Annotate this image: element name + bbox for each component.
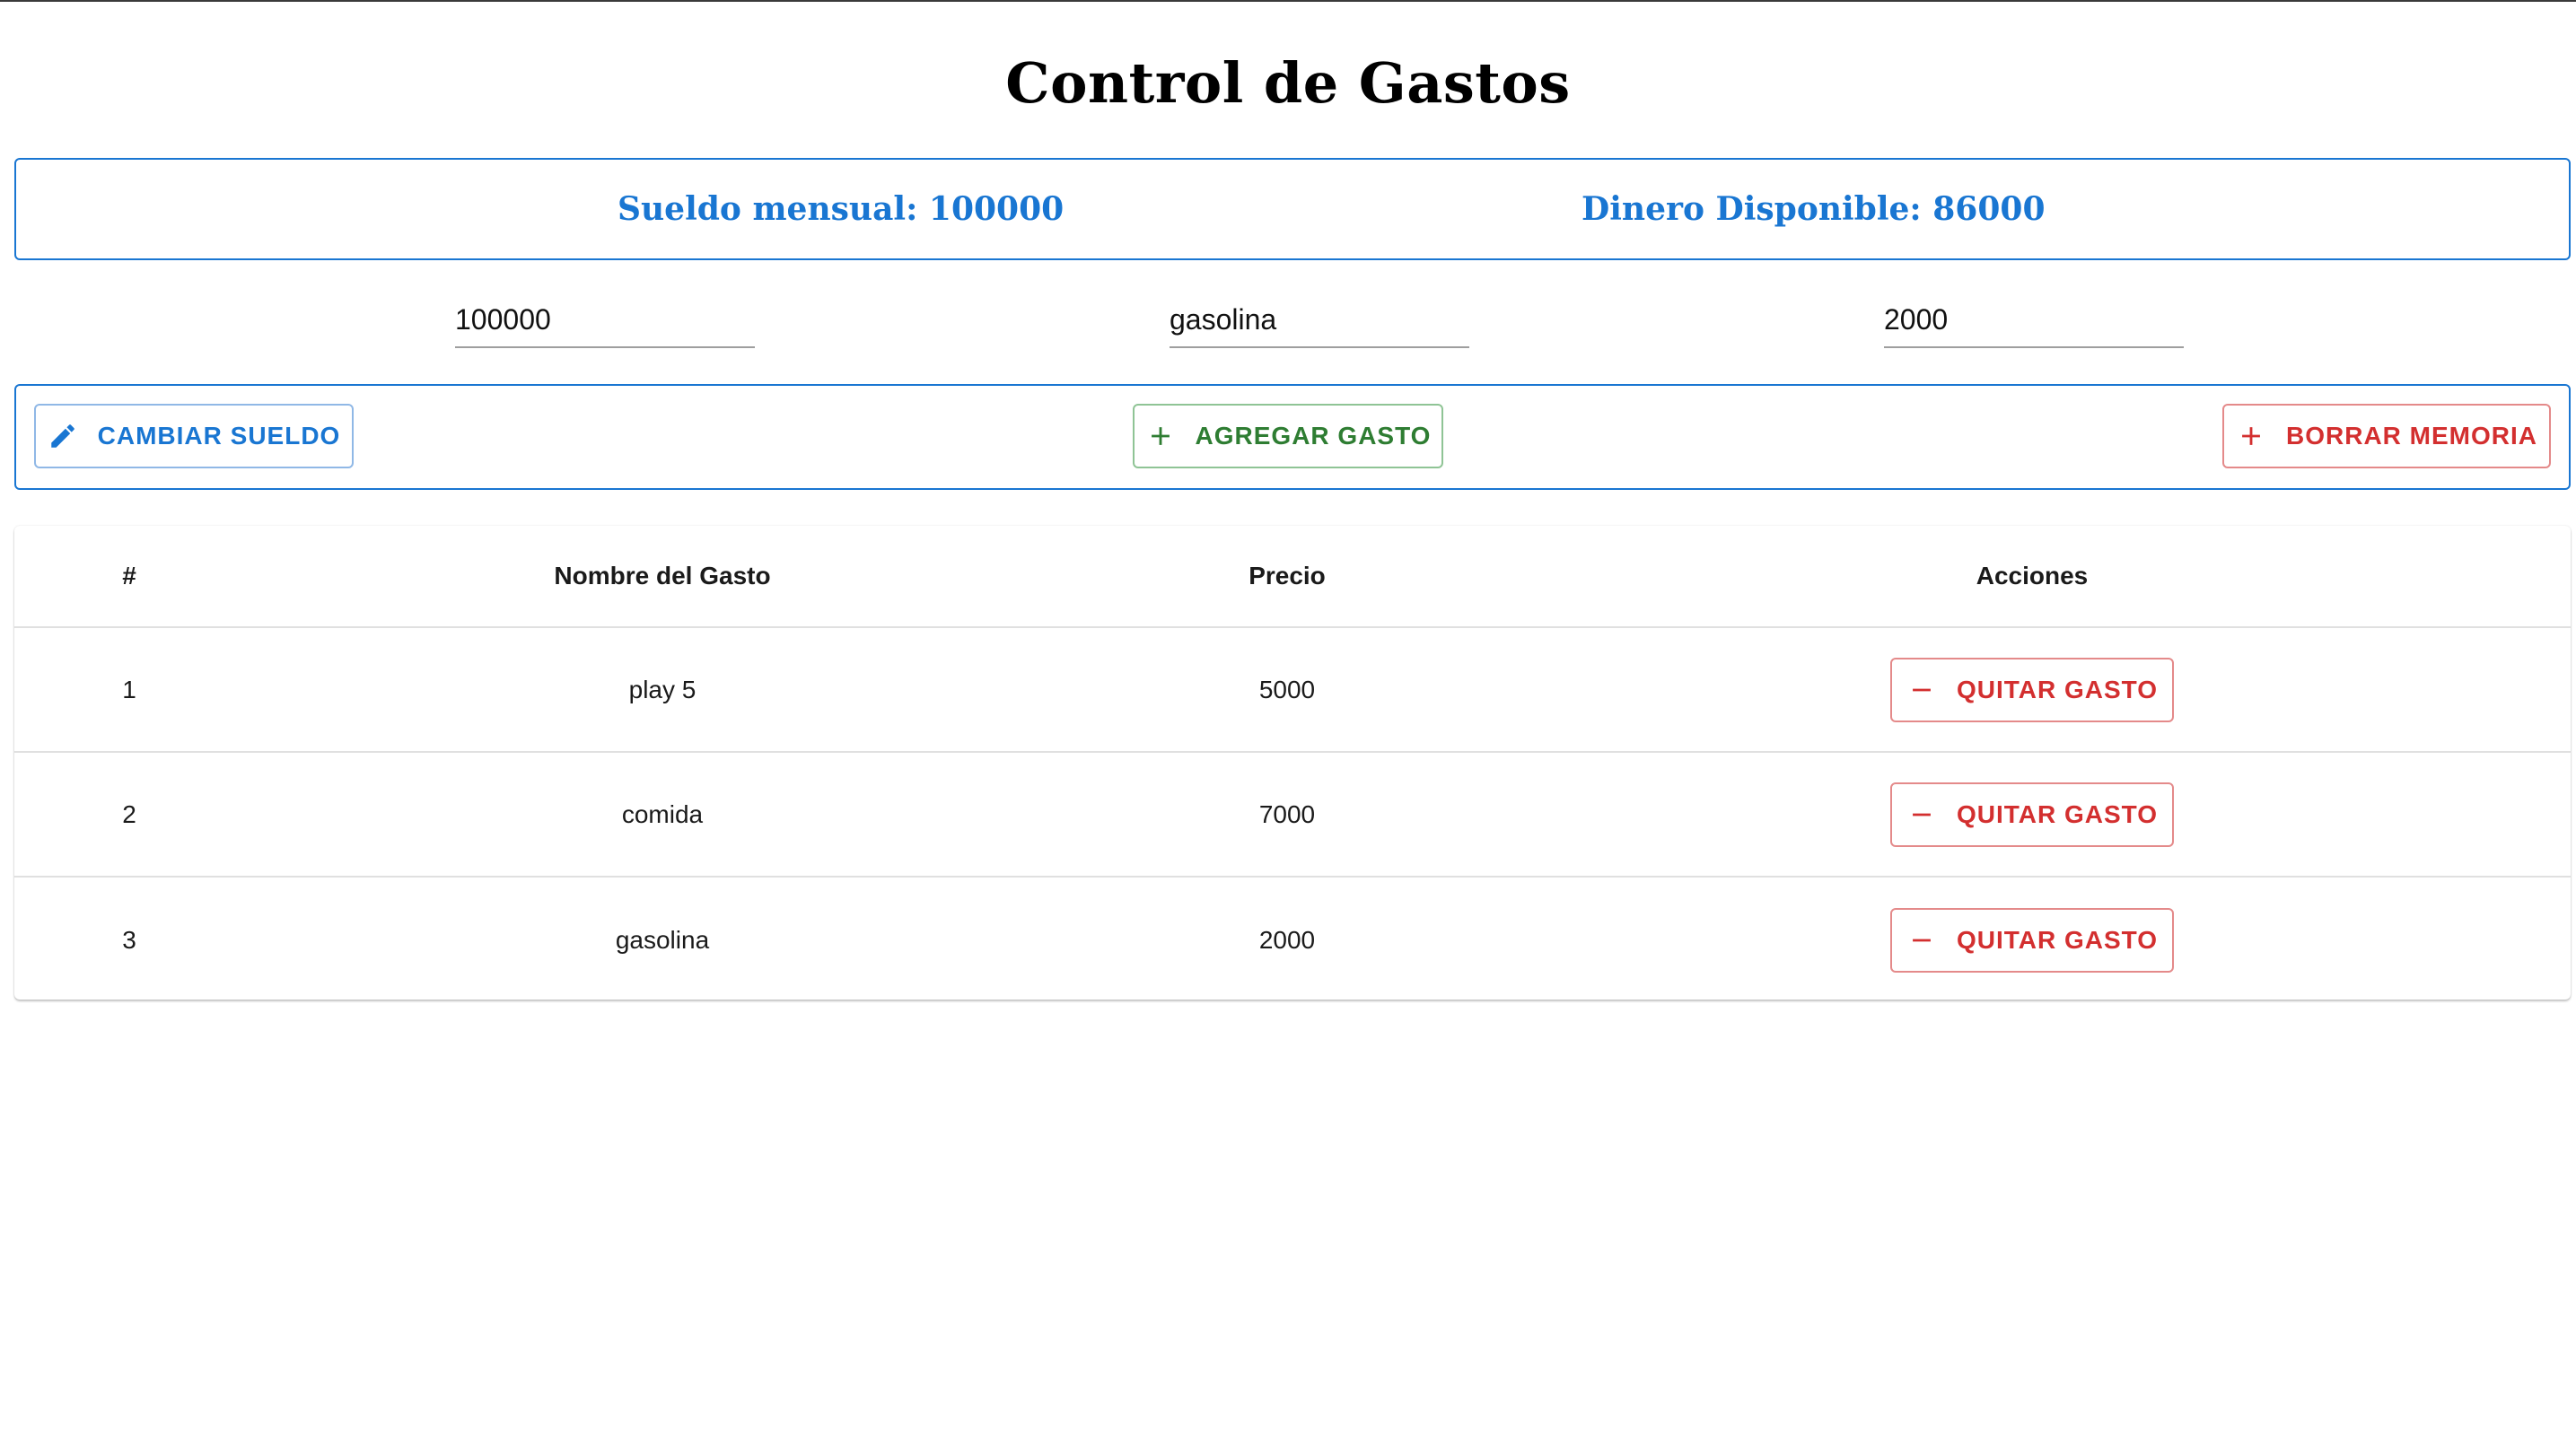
summary-panel: Sueldo mensual: 100000 Dinero Disponible…: [14, 158, 2571, 260]
monthly-salary-label: Sueldo mensual: 100000: [618, 190, 1065, 228]
row-price: 2000: [1258, 925, 1316, 954]
row-number: 3: [122, 925, 136, 954]
remove-expense-label: QUITAR GASTO: [1956, 675, 2159, 703]
row-number: 1: [122, 675, 136, 703]
table-header-row: # Nombre del Gasto Precio Acciones: [14, 526, 2571, 628]
header-actions: Acciones: [1976, 562, 2089, 590]
page: Control de Gastos Sueldo mensual: 100000…: [0, 0, 2576, 1441]
remove-expense-label: QUITAR GASTO: [1956, 799, 2159, 828]
table-row: 3 gasolina 2000 QUITAR GASTO: [14, 878, 2571, 1002]
pencil-icon: [50, 424, 74, 448]
row-expense-name: gasolina: [615, 925, 710, 954]
clear-memory-label: BORRAR MEMORIA: [2286, 422, 2537, 450]
expenses-table: # Nombre del Gasto Precio Acciones 1 pla…: [14, 526, 2571, 1000]
clear-memory-button[interactable]: BORRAR MEMORIA: [2222, 404, 2551, 468]
row-actions: QUITAR GASTO: [1494, 753, 2571, 876]
available-money-label: Dinero Disponible: 86000: [1582, 190, 2046, 228]
change-salary-button[interactable]: CAMBIAR SUELDO: [34, 404, 354, 468]
remove-expense-button[interactable]: QUITAR GASTO: [1890, 907, 2174, 973]
table-row: 1 play 5 5000 QUITAR GASTO: [14, 628, 2571, 753]
plus-icon: [2242, 427, 2260, 445]
minus-icon: [1913, 813, 1931, 816]
row-actions: QUITAR GASTO: [1494, 628, 2571, 751]
remove-expense-button[interactable]: QUITAR GASTO: [1890, 782, 2174, 847]
row-expense-name: comida: [621, 799, 704, 828]
plus-icon: [1151, 427, 1170, 445]
add-expense-button[interactable]: AGREGAR GASTO: [1133, 404, 1443, 468]
page-title: Control de Gastos: [1005, 50, 1571, 116]
row-number: 2: [122, 799, 136, 828]
salary-field[interactable]: [455, 294, 755, 348]
header-number: #: [122, 562, 136, 590]
top-border: [0, 0, 2576, 2]
salary-input[interactable]: [455, 294, 755, 345]
expense-price-input[interactable]: [1884, 294, 2184, 345]
table-row: 2 comida 7000 QUITAR GASTO: [14, 753, 2571, 878]
minus-icon: [1913, 688, 1931, 691]
header-price: Precio: [1249, 562, 1326, 590]
expense-name-field[interactable]: [1170, 294, 1469, 348]
actions-panel: CAMBIAR SUELDO AGREGAR GASTO BORRAR MEMO…: [14, 384, 2571, 490]
change-salary-label: CAMBIAR SUELDO: [97, 422, 341, 450]
expense-name-input[interactable]: [1170, 294, 1469, 345]
row-actions: QUITAR GASTO: [1494, 878, 2571, 1002]
add-expense-label: AGREGAR GASTO: [1195, 422, 1432, 450]
remove-expense-button[interactable]: QUITAR GASTO: [1890, 657, 2174, 722]
expense-price-field[interactable]: [1884, 294, 2184, 348]
header-expense-name: Nombre del Gasto: [554, 562, 771, 590]
minus-icon: [1913, 939, 1931, 941]
row-expense-name: play 5: [628, 675, 697, 703]
row-price: 7000: [1258, 799, 1316, 828]
row-price: 5000: [1258, 675, 1316, 703]
remove-expense-label: QUITAR GASTO: [1956, 925, 2159, 954]
